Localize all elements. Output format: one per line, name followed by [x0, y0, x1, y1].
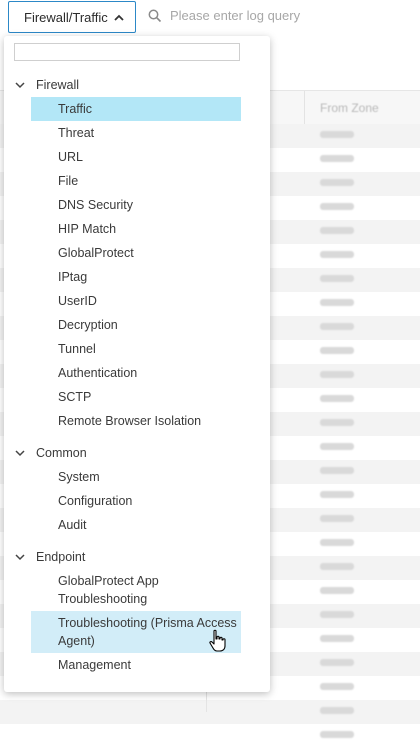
- table-cell-from-zone: [320, 731, 354, 738]
- log-type-filter-input[interactable]: [14, 43, 240, 61]
- group-label: Common: [36, 446, 87, 460]
- column-separator: [304, 91, 305, 125]
- chevron-down-icon: [15, 554, 25, 561]
- log-query-search: [148, 8, 410, 23]
- menu-item-system[interactable]: System: [31, 465, 241, 489]
- table-cell-from-zone: [320, 611, 354, 618]
- menu-item-sctp[interactable]: SCTP: [31, 385, 241, 409]
- table-cell-from-zone: [320, 323, 354, 330]
- menu-item-file[interactable]: File: [31, 169, 241, 193]
- table-cell-from-zone: [320, 683, 354, 690]
- table-cell-from-zone: [320, 443, 354, 450]
- log-type-label: Firewall/Traffic: [24, 9, 108, 25]
- table-cell-from-zone: [320, 203, 354, 210]
- menu-item-authentication[interactable]: Authentication: [31, 361, 241, 385]
- menu-item-globalprotect-app-troubleshooting[interactable]: GlobalProtect App Troubleshooting: [31, 569, 241, 611]
- table-row: [0, 724, 420, 748]
- table-cell-from-zone: [320, 515, 354, 522]
- table-cell-from-zone: [320, 659, 354, 666]
- chevron-down-icon: [15, 82, 25, 89]
- menu-item-configuration[interactable]: Configuration: [31, 489, 241, 513]
- table-cell-from-zone: [320, 707, 354, 714]
- table-row: [0, 700, 420, 724]
- group-label: Endpoint: [36, 550, 86, 564]
- menu-item-remote-browser-isolation[interactable]: Remote Browser Isolation: [31, 409, 241, 433]
- table-cell-from-zone: [320, 563, 354, 570]
- table-cell-from-zone: [320, 227, 354, 234]
- table-cell-from-zone: [320, 395, 354, 402]
- group-header-firewall[interactable]: Firewall: [14, 73, 79, 97]
- log-query-input[interactable]: [162, 8, 410, 23]
- chevron-down-icon: [15, 450, 25, 457]
- log-type-dropdown: Firewall Traffic Threat URL File DNS Sec…: [4, 36, 270, 692]
- menu-item-dns-security[interactable]: DNS Security: [31, 193, 241, 217]
- menu-item-hip-match[interactable]: HIP Match: [31, 217, 241, 241]
- table-cell-from-zone: [320, 155, 354, 162]
- menu-item-audit[interactable]: Audit: [31, 513, 241, 537]
- search-icon: [148, 9, 162, 22]
- group-header-endpoint[interactable]: Endpoint: [14, 545, 85, 569]
- group-header-common[interactable]: Common: [14, 441, 87, 465]
- table-cell-from-zone: [320, 371, 354, 378]
- table-cell-from-zone: [320, 275, 354, 282]
- menu-item-traffic[interactable]: Traffic: [31, 97, 241, 121]
- table-cell-from-zone: [320, 491, 354, 498]
- table-cell-from-zone: [320, 635, 354, 642]
- table-cell-from-zone: [320, 299, 354, 306]
- table-cell-from-zone: [320, 587, 354, 594]
- menu-item-threat[interactable]: Threat: [31, 121, 241, 145]
- table-cell-from-zone: [320, 539, 354, 546]
- log-type-selector-button[interactable]: Firewall/Traffic: [8, 1, 136, 33]
- menu-item-iptag[interactable]: IPtag: [31, 265, 241, 289]
- menu-item-globalprotect[interactable]: GlobalProtect: [31, 241, 241, 265]
- table-cell-from-zone: [320, 419, 354, 426]
- hand-pointer-icon: [209, 629, 226, 652]
- table-cell-from-zone: [320, 131, 354, 138]
- menu-item-userid[interactable]: UserID: [31, 289, 241, 313]
- group-label: Firewall: [36, 78, 80, 92]
- table-cell-from-zone: [320, 251, 354, 258]
- log-viewer-toolbar: Firewall/Traffic: [0, 0, 420, 36]
- menu-item-tunnel[interactable]: Tunnel: [31, 337, 241, 361]
- chevron-up-icon: [114, 14, 124, 21]
- menu-item-url[interactable]: URL: [31, 145, 241, 169]
- table-cell-from-zone: [320, 347, 354, 354]
- table-cell-from-zone: [320, 179, 354, 186]
- menu-item-management[interactable]: Management: [31, 653, 241, 677]
- menu-item-decryption[interactable]: Decryption: [31, 313, 241, 337]
- column-header-from-zone[interactable]: From Zone: [320, 101, 379, 115]
- table-cell-from-zone: [320, 467, 354, 474]
